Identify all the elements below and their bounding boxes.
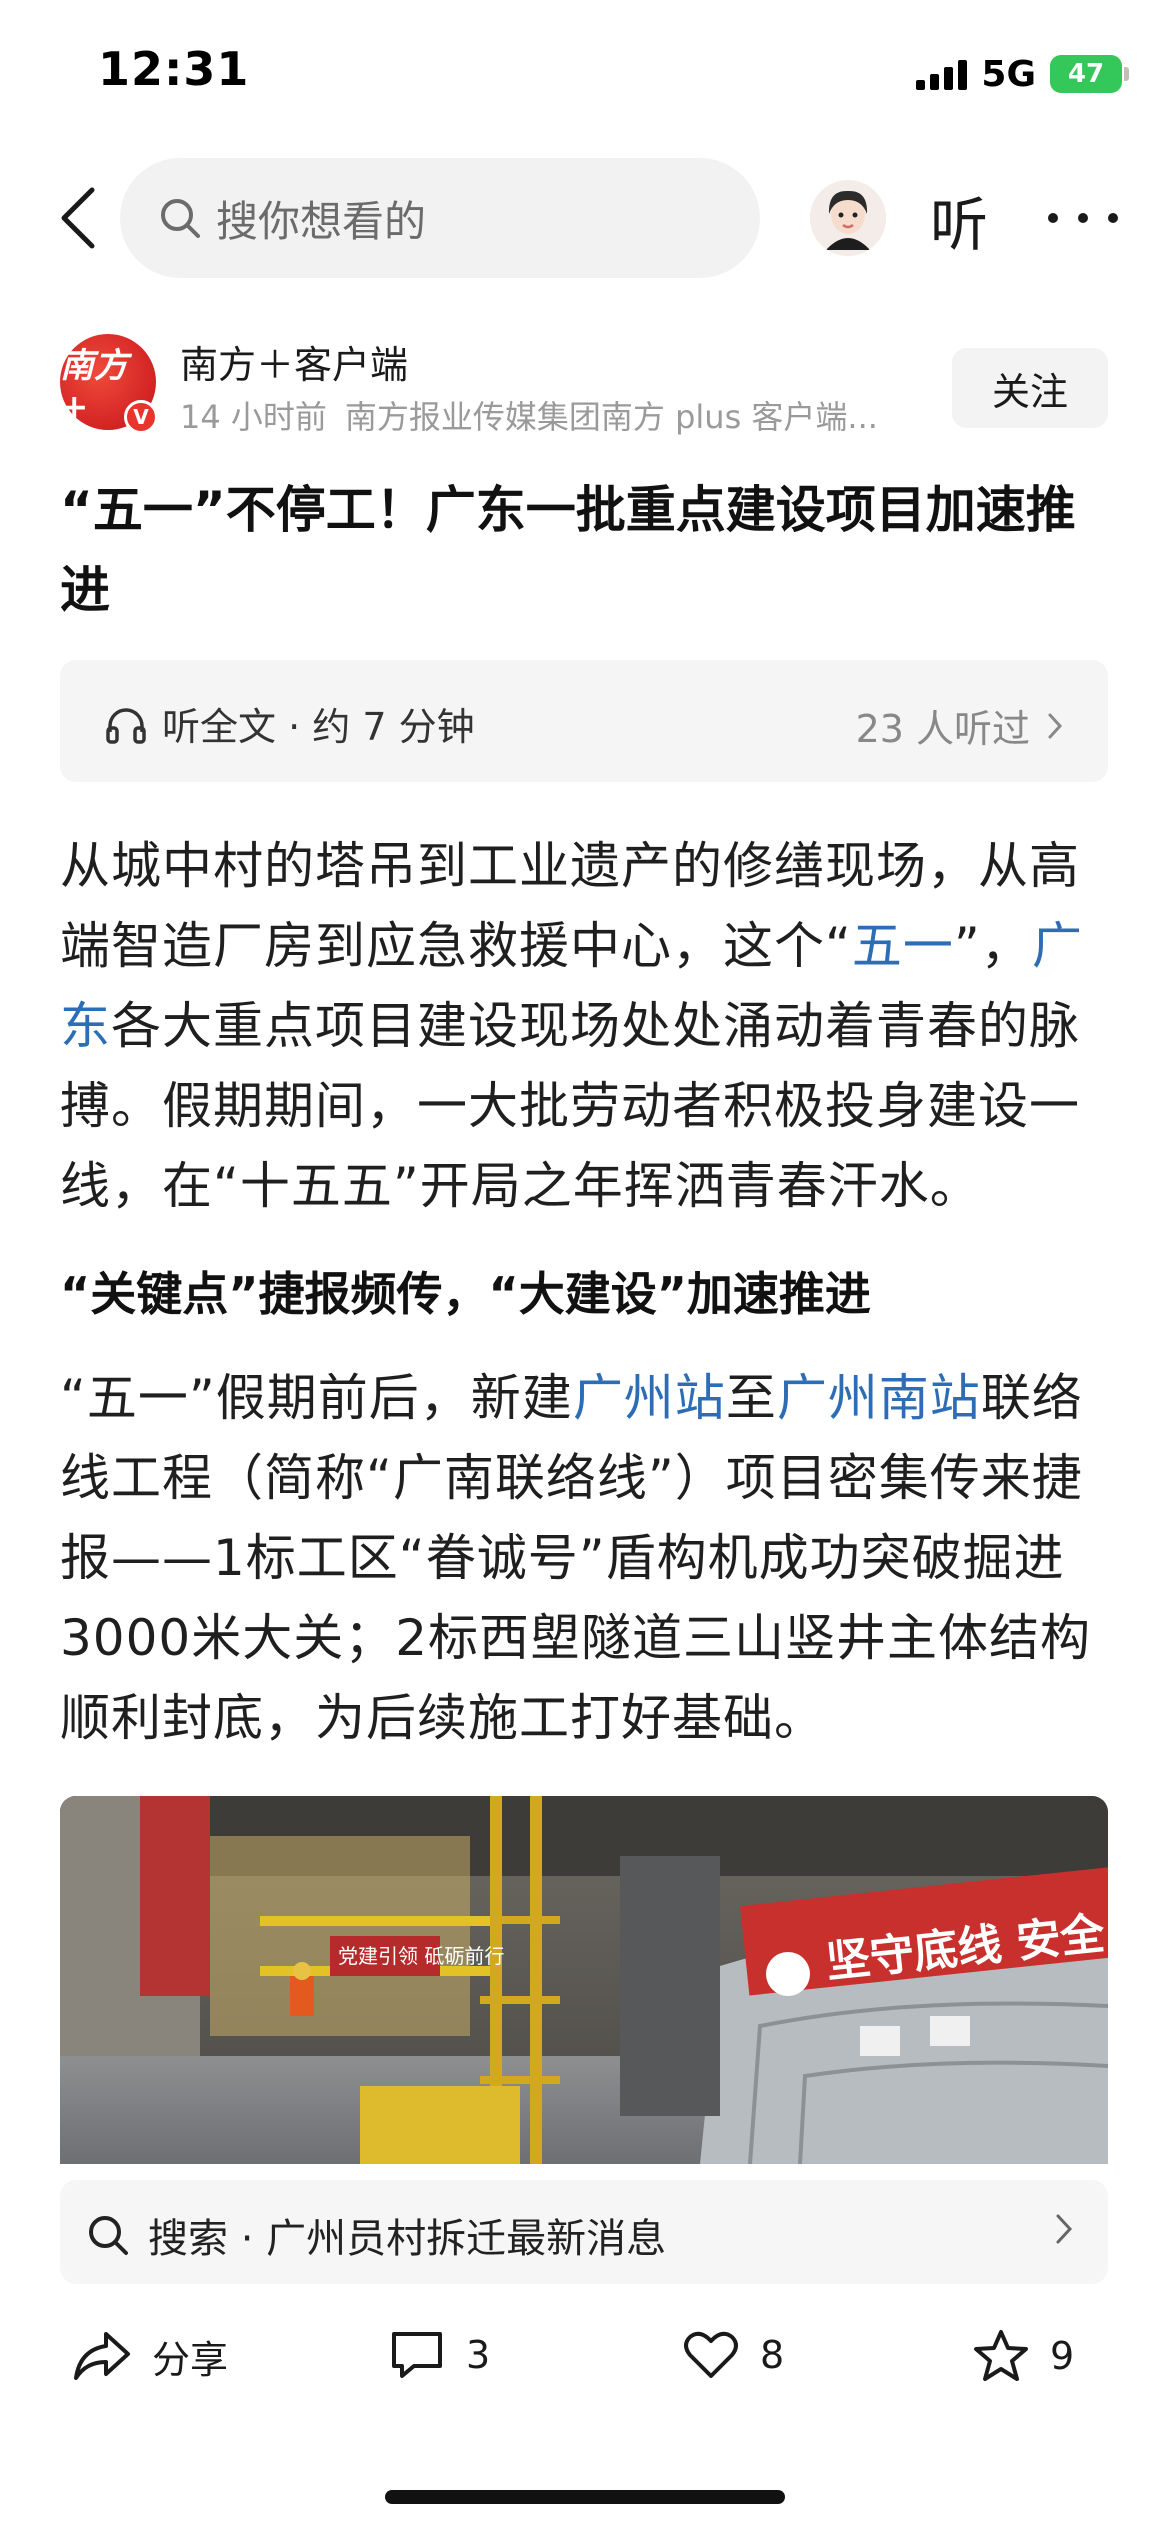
chevron-right-icon <box>1048 713 1063 738</box>
status-bar: 12:31 5G 47 <box>0 0 1170 150</box>
author-source: 南方报业传媒集团南方 plus 客户端... <box>344 398 878 436</box>
topic-link-guangzhou-south-station[interactable]: 广州南站 <box>777 1369 981 1427</box>
bottom-action-bar: 分享 3 8 9 <box>0 2310 1170 2430</box>
network-label: 5G <box>981 53 1036 95</box>
article-photo-tunnel-construction[interactable]: 党建引领 砥砺前行 坚守底线 安全 <box>60 1796 1108 2164</box>
verified-badge-icon: V <box>124 400 158 434</box>
listen-full-label: 听全文 · 约 7 分钟 <box>162 705 475 749</box>
construction-site-illustration: 党建引领 砥砺前行 坚守底线 安全 <box>60 1796 1108 2164</box>
chevron-right-icon <box>1056 2214 1073 2244</box>
publish-time: 14 小时前 <box>180 398 327 436</box>
search-bar[interactable]: 搜你想看的 <box>120 158 760 278</box>
topic-link-guangzhou-station[interactable]: 广州站 <box>573 1369 726 1427</box>
suggestion-label: 搜索 · 广州员村拆迁最新消息 <box>148 2216 667 2262</box>
share-label: 分享 <box>152 2337 229 2382</box>
back-arrow-icon <box>61 187 95 249</box>
status-time: 12:31 <box>98 42 250 96</box>
headphones-icon <box>106 707 146 744</box>
top-nav-bar: 搜你想看的 听 <box>0 158 1170 278</box>
comment-count: 3 <box>466 2333 491 2377</box>
listen-button[interactable]: 听 <box>930 178 988 262</box>
like-button[interactable]: 8 <box>682 2328 784 2382</box>
article-subheading: “关键点”捷报频传，“大建设”加速推进 <box>60 1267 871 1321</box>
comment-icon <box>392 2332 442 2378</box>
author-row: 南方+ V 南方＋客户端 14 小时前 南方报业传媒集团南方 plus 客户端..… <box>0 330 1170 440</box>
text-segment: 至 <box>725 1369 777 1427</box>
status-indicators: 5G 47 <box>916 50 1129 98</box>
battery-level: 47 <box>1067 59 1105 89</box>
text-segment: ”， <box>953 917 1032 975</box>
comment-button[interactable]: 3 <box>388 2328 490 2382</box>
favorite-count: 9 <box>1050 2334 1075 2378</box>
follow-button[interactable]: 关注 <box>952 348 1108 428</box>
avatar-icon <box>810 180 886 256</box>
listen-full-article-bar[interactable]: 听全文 · 约 7 分钟 23 人听过 <box>60 660 1108 782</box>
signal-strength-icon <box>916 58 968 90</box>
share-button[interactable]: 分享 <box>72 2328 228 2384</box>
heart-icon <box>684 2331 738 2378</box>
author-name[interactable]: 南方＋客户端 <box>180 334 408 389</box>
listened-count: 23 人听过 <box>855 707 1030 751</box>
topic-link-wuyi[interactable]: 五一 <box>852 917 954 975</box>
text-segment: “五一”假期前后，新建 <box>60 1369 573 1427</box>
author-meta: 14 小时前 南方报业传媒集团南方 plus 客户端... <box>180 392 878 438</box>
more-options-icon[interactable] <box>1048 188 1118 248</box>
star-icon <box>974 2330 1028 2381</box>
home-indicator[interactable] <box>385 2490 785 2504</box>
ai-assistant-avatar[interactable] <box>810 180 886 256</box>
favorite-button[interactable]: 9 <box>972 2328 1074 2384</box>
search-icon <box>89 2216 128 2255</box>
article-paragraph-1: 从城中村的塔吊到工业遗产的修缮现场，从高端智造厂房到应急救援中心，这个“五一”，… <box>60 826 1110 1226</box>
back-button[interactable] <box>48 182 108 254</box>
article-title: “五一”不停工！广东一批重点建设项目加速推进 <box>60 481 1076 619</box>
battery-icon: 47 <box>1050 55 1129 93</box>
text-segment: 各大重点项目建设现场处处涌动着青春的脉搏。假期期间，一大批劳动者积极投身建设一线… <box>60 997 1080 1215</box>
share-icon <box>74 2332 130 2380</box>
site-banner-left: 党建引领 砥砺前行 <box>338 1944 504 1968</box>
like-count: 8 <box>760 2333 785 2377</box>
search-placeholder: 搜你想看的 <box>216 196 427 246</box>
article-paragraph-2: “五一”假期前后，新建广州站至广州南站联络线工程（简称“广南联络线”）项目密集传… <box>60 1358 1110 1758</box>
related-search-suggestion[interactable]: 搜索 · 广州员村拆迁最新消息 <box>60 2180 1108 2284</box>
search-icon <box>161 199 200 238</box>
